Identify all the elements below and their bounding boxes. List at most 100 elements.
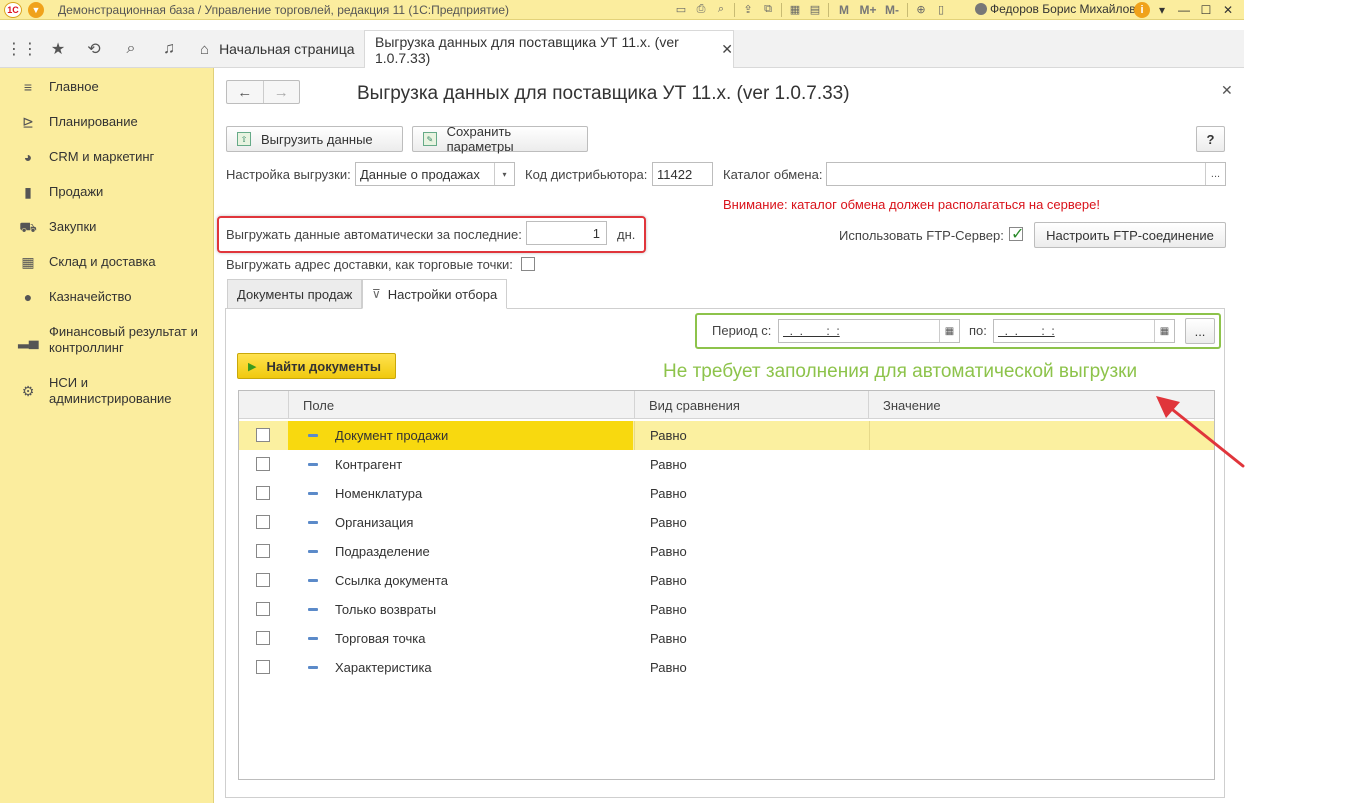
row-checkbox[interactable] — [256, 660, 270, 674]
period-from-input[interactable]: . . : : ▦ — [778, 319, 960, 343]
print-icon[interactable]: ⎙ — [692, 1, 710, 18]
window-title: Демонстрационная база / Управление торго… — [58, 2, 510, 17]
forward-arrow-icon[interactable]: → — [262, 81, 300, 103]
setting-select[interactable]: Данные о продажах ▾ — [355, 162, 515, 186]
row-checkbox[interactable] — [256, 602, 270, 616]
calendar-icon[interactable]: ▦ — [1154, 320, 1174, 342]
warehouse-icon: ▦ — [21, 254, 35, 270]
history-icon[interactable]: ⟲ — [83, 39, 105, 59]
memory-minus-button[interactable]: M- — [881, 1, 903, 18]
field-icon — [308, 434, 318, 437]
apps-grid-icon[interactable]: ⋮⋮ — [6, 39, 38, 59]
save-params-button[interactable]: ✎ Сохранить параметры — [412, 124, 588, 154]
bell-icon[interactable]: ♫ — [158, 39, 180, 59]
panel-icon[interactable]: ▯ — [932, 1, 950, 18]
table-row[interactable]: Организация Равно — [239, 508, 1214, 537]
maximize-icon[interactable]: ☐ — [1196, 1, 1216, 19]
distributor-code-input[interactable]: 11422 — [652, 162, 713, 186]
row-checkbox[interactable] — [256, 428, 270, 442]
user-info[interactable]: Федоров Борис Михайлович — [975, 2, 1149, 16]
row-checkbox[interactable] — [256, 544, 270, 558]
sidebar-item-admin[interactable]: ⚙ НСИ и администрирование — [0, 375, 214, 407]
auto-days-input[interactable]: 1 — [526, 221, 607, 245]
sidebar-item-warehouse[interactable]: ▦ Склад и доставка — [0, 254, 214, 270]
period-select-button[interactable]: ... — [1185, 318, 1215, 344]
sidebar-item-crm[interactable]: ◕ CRM и маркетинг — [0, 149, 214, 165]
tab-filter-settings[interactable]: ⊽ Настройки отбора — [362, 279, 508, 309]
save-params-icon: ✎ — [423, 132, 437, 146]
table-row[interactable]: Торговая точка Равно — [239, 624, 1214, 653]
search-icon[interactable]: ⌕ — [120, 39, 142, 59]
link-icon[interactable]: ⇪ — [739, 1, 757, 18]
period-to-label: по: — [969, 323, 987, 338]
filter-table: Поле Вид сравнения Значение Документ про… — [238, 390, 1215, 780]
sidebar-item-finance[interactable]: ▂▄ Финансовый результат и контроллинг — [0, 324, 214, 356]
memory-button[interactable]: M — [833, 1, 855, 18]
calculator-icon[interactable]: ▦ — [786, 1, 804, 18]
ftp-checkbox[interactable] — [1009, 224, 1024, 244]
sidebar-item-purchases[interactable]: ⛟ Закупки — [0, 219, 214, 235]
info-icon[interactable]: i — [1134, 2, 1150, 18]
home-icon: ⌂ — [200, 40, 210, 58]
help-button[interactable]: ? — [1196, 126, 1225, 152]
tab-close-icon[interactable]: ✕ — [721, 41, 733, 58]
copy-icon[interactable]: ⧉ — [759, 1, 777, 18]
export-data-button[interactable]: ⇧ Выгрузить данные — [226, 126, 403, 152]
tabs-bar: ⋮⋮ ★ ⟲ ⌕ ♫ ⌂ Начальная страница Выгрузка… — [0, 30, 1244, 68]
table-header: Поле Вид сравнения Значение — [239, 391, 1214, 419]
table-row[interactable]: Подразделение Равно — [239, 537, 1214, 566]
field-icon — [308, 550, 318, 553]
save-icon[interactable]: ▭ — [672, 1, 690, 18]
catalog-browse-button[interactable]: ... — [1205, 163, 1225, 185]
table-row[interactable]: Ссылка документа Равно — [239, 566, 1214, 595]
table-row[interactable]: Только возвраты Равно — [239, 595, 1214, 624]
table-row[interactable]: Документ продажи Равно — [239, 421, 1214, 450]
table-row[interactable]: Номенклатура Равно — [239, 479, 1214, 508]
period-to-input[interactable]: . . : : ▦ — [993, 319, 1175, 343]
table-row[interactable]: Контрагент Равно — [239, 450, 1214, 479]
row-checkbox[interactable] — [256, 515, 270, 529]
sidebar-item-sales[interactable]: ▮ Продажи — [0, 184, 214, 200]
calendar-icon[interactable]: ▤ — [806, 1, 824, 18]
field-icon — [308, 637, 318, 640]
tab-home[interactable]: ⌂ Начальная страница — [190, 30, 360, 68]
row-checkbox[interactable] — [256, 573, 270, 587]
preview-icon[interactable]: ⌕ — [712, 1, 730, 18]
row-checkbox[interactable] — [256, 457, 270, 471]
sidebar-item-treasury[interactable]: ● Казначейство — [0, 289, 214, 305]
close-icon[interactable]: ✕ — [1218, 1, 1238, 19]
annotation-text: Не требует заполнения для автоматической… — [663, 361, 1223, 389]
column-header-comparison[interactable]: Вид сравнения — [634, 391, 868, 419]
row-checkbox[interactable] — [256, 631, 270, 645]
sidebar: ≡ Главное ⊵ Планирование ◕ CRM и маркети… — [0, 68, 214, 803]
field-icon — [308, 579, 318, 582]
column-header-field[interactable]: Поле — [288, 391, 633, 419]
chevron-down-icon[interactable]: ▾ — [494, 163, 514, 185]
distributor-label: Код дистрибьютора: — [525, 167, 648, 182]
calendar-icon[interactable]: ▦ — [939, 320, 959, 342]
favorites-icon[interactable]: ★ — [47, 39, 69, 59]
play-icon: ▶ — [248, 360, 257, 373]
address-label: Выгружать адрес доставки, как торговые т… — [226, 257, 513, 272]
period-from-label: Период с: — [712, 323, 772, 338]
find-documents-button[interactable]: ▶ Найти документы — [237, 353, 396, 379]
form-close-icon[interactable]: ✕ — [1221, 82, 1233, 99]
minimize-icon[interactable]: — — [1174, 1, 1194, 19]
tab-export[interactable]: Выгрузка данных для поставщика УТ 11.х. … — [364, 30, 734, 68]
address-checkbox[interactable] — [521, 257, 535, 271]
sidebar-item-planning[interactable]: ⊵ Планирование — [0, 114, 214, 130]
main-menu-button[interactable]: ▼ — [28, 1, 44, 18]
sidebar-item-main[interactable]: ≡ Главное — [0, 79, 214, 95]
ftp-settings-button[interactable]: Настроить FTP-соединение — [1034, 222, 1226, 248]
nav-buttons: ← → — [226, 80, 300, 104]
row-checkbox[interactable] — [256, 486, 270, 500]
tab-sales-docs[interactable]: Документы продаж — [227, 279, 363, 309]
memory-plus-button[interactable]: M+ — [857, 1, 879, 18]
back-arrow-icon[interactable]: ← — [227, 81, 263, 103]
zoom-icon[interactable]: ⊕ — [912, 1, 930, 18]
table-row[interactable]: Характеристика Равно — [239, 653, 1214, 682]
tab-export-label: Выгрузка данных для поставщика УТ 11.х. … — [375, 33, 679, 66]
gear-icon: ⚙ — [21, 383, 35, 399]
catalog-input[interactable]: ... — [826, 162, 1226, 186]
more-icon[interactable]: ▾ — [1152, 1, 1172, 19]
